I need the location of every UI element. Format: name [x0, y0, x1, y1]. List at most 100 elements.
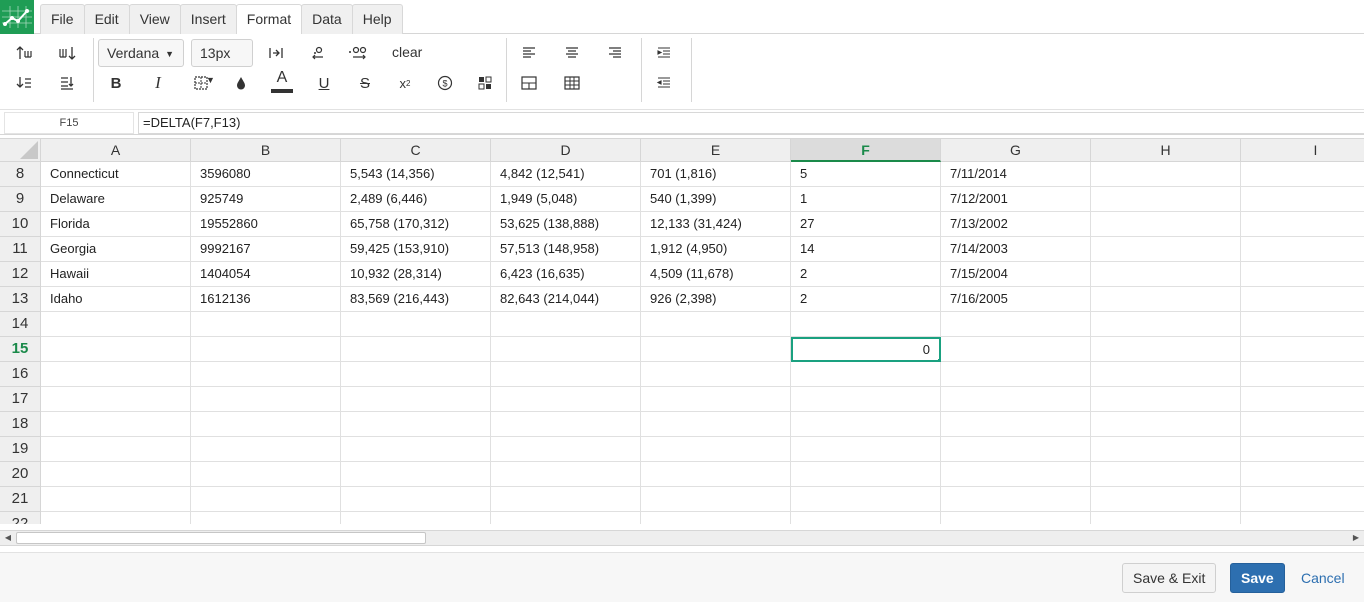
- currency-format-icon[interactable]: $: [431, 70, 459, 96]
- cell-d9[interactable]: 1,949 (5,048): [491, 187, 641, 212]
- row-header-19[interactable]: 19: [0, 437, 41, 462]
- cell-f11[interactable]: 14: [791, 237, 941, 262]
- row-header-11[interactable]: 11: [0, 237, 41, 262]
- row-header-22[interactable]: 22: [0, 512, 41, 524]
- cell-h8[interactable]: [1091, 162, 1241, 187]
- cell-g12[interactable]: 7/15/2004: [941, 262, 1091, 287]
- cell-f12[interactable]: 2: [791, 262, 941, 287]
- column-header-d[interactable]: D: [491, 139, 641, 162]
- font-family-select[interactable]: Verdana ▼: [98, 39, 184, 67]
- cell-f19[interactable]: [791, 437, 941, 462]
- cell-a20[interactable]: [41, 462, 191, 487]
- cell-h21[interactable]: [1091, 487, 1241, 512]
- insert-column-icon[interactable]: [53, 40, 81, 66]
- cell-i20[interactable]: [1241, 462, 1364, 487]
- cell-i16[interactable]: [1241, 362, 1364, 387]
- underline-icon[interactable]: U: [310, 70, 338, 96]
- cell-g18[interactable]: [941, 412, 1091, 437]
- column-header-e[interactable]: E: [641, 139, 791, 162]
- cell-d20[interactable]: [491, 462, 641, 487]
- menu-data[interactable]: Data: [301, 4, 353, 34]
- cell-b20[interactable]: [191, 462, 341, 487]
- italic-icon[interactable]: I: [144, 70, 172, 96]
- cell-f9[interactable]: 1: [791, 187, 941, 212]
- delete-row-icon[interactable]: [53, 70, 81, 96]
- cell-d10[interactable]: 53,625 (138,888): [491, 212, 641, 237]
- cell-b15[interactable]: [191, 337, 341, 362]
- cell-i13[interactable]: [1241, 287, 1364, 312]
- column-header-c[interactable]: C: [341, 139, 491, 162]
- cell-b19[interactable]: [191, 437, 341, 462]
- cell-a17[interactable]: [41, 387, 191, 412]
- cell-f8[interactable]: 5: [791, 162, 941, 187]
- cell-g10[interactable]: 7/13/2002: [941, 212, 1091, 237]
- column-header-b[interactable]: B: [191, 139, 341, 162]
- scroll-left-icon[interactable]: ◀: [1, 532, 15, 544]
- cell-e17[interactable]: [641, 387, 791, 412]
- cell-a16[interactable]: [41, 362, 191, 387]
- cell-c11[interactable]: 59,425 (153,910): [341, 237, 491, 262]
- row-header-20[interactable]: 20: [0, 462, 41, 487]
- insert-row-above-icon[interactable]: [11, 40, 39, 66]
- cell-d11[interactable]: 57,513 (148,958): [491, 237, 641, 262]
- cell-a22[interactable]: [41, 512, 191, 524]
- cell-g9[interactable]: 7/12/2001: [941, 187, 1091, 212]
- cell-b17[interactable]: [191, 387, 341, 412]
- cell-c21[interactable]: [341, 487, 491, 512]
- cell-c8[interactable]: 5,543 (14,356): [341, 162, 491, 187]
- cell-g17[interactable]: [941, 387, 1091, 412]
- cell-f16[interactable]: [791, 362, 941, 387]
- cell-g13[interactable]: 7/16/2005: [941, 287, 1091, 312]
- cell-i14[interactable]: [1241, 312, 1364, 337]
- cell-c15[interactable]: [341, 337, 491, 362]
- formula-input[interactable]: =DELTA(F7,F13): [138, 112, 1364, 134]
- cell-f21[interactable]: [791, 487, 941, 512]
- row-header-10[interactable]: 10: [0, 212, 41, 237]
- cell-c22[interactable]: [341, 512, 491, 524]
- cell-c14[interactable]: [341, 312, 491, 337]
- cell-h16[interactable]: [1091, 362, 1241, 387]
- cell-g8[interactable]: 7/11/2014: [941, 162, 1091, 187]
- cell-c16[interactable]: [341, 362, 491, 387]
- cell-g16[interactable]: [941, 362, 1091, 387]
- row-header-8[interactable]: 8: [0, 162, 41, 187]
- cell-f18[interactable]: [791, 412, 941, 437]
- save-exit-button[interactable]: Save & Exit: [1122, 563, 1217, 593]
- row-header-16[interactable]: 16: [0, 362, 41, 387]
- increase-decimal-icon[interactable]: [344, 40, 372, 66]
- cell-h22[interactable]: [1091, 512, 1241, 524]
- cell-b8[interactable]: 3596080: [191, 162, 341, 187]
- column-header-g[interactable]: G: [941, 139, 1091, 162]
- cell-i10[interactable]: [1241, 212, 1364, 237]
- cell-a9[interactable]: Delaware: [41, 187, 191, 212]
- cell-h9[interactable]: [1091, 187, 1241, 212]
- cancel-button[interactable]: Cancel: [1290, 563, 1356, 593]
- cell-i11[interactable]: [1241, 237, 1364, 262]
- cell-d16[interactable]: [491, 362, 641, 387]
- cell-h13[interactable]: [1091, 287, 1241, 312]
- cell-g19[interactable]: [941, 437, 1091, 462]
- cell-f13[interactable]: 2: [791, 287, 941, 312]
- menu-insert[interactable]: Insert: [179, 4, 237, 34]
- row-header-14[interactable]: 14: [0, 312, 41, 337]
- cell-a14[interactable]: [41, 312, 191, 337]
- align-left-icon[interactable]: [515, 40, 543, 66]
- cell-i15[interactable]: [1241, 337, 1364, 362]
- borders-icon[interactable]: [187, 70, 215, 96]
- menu-view[interactable]: View: [128, 4, 181, 34]
- cell-b14[interactable]: [191, 312, 341, 337]
- cell-h11[interactable]: [1091, 237, 1241, 262]
- row-header-17[interactable]: 17: [0, 387, 41, 412]
- cell-c9[interactable]: 2,489 (6,446): [341, 187, 491, 212]
- cell-e16[interactable]: [641, 362, 791, 387]
- cell-a8[interactable]: Connecticut: [41, 162, 191, 187]
- row-header-21[interactable]: 21: [0, 487, 41, 512]
- cell-g20[interactable]: [941, 462, 1091, 487]
- cell-a13[interactable]: Idaho: [41, 287, 191, 312]
- cell-e8[interactable]: 701 (1,816): [641, 162, 791, 187]
- menu-help[interactable]: Help: [351, 4, 403, 34]
- cell-a11[interactable]: Georgia: [41, 237, 191, 262]
- cell-b22[interactable]: [191, 512, 341, 524]
- menu-format[interactable]: Format: [235, 4, 303, 35]
- column-header-f[interactable]: F: [791, 139, 941, 162]
